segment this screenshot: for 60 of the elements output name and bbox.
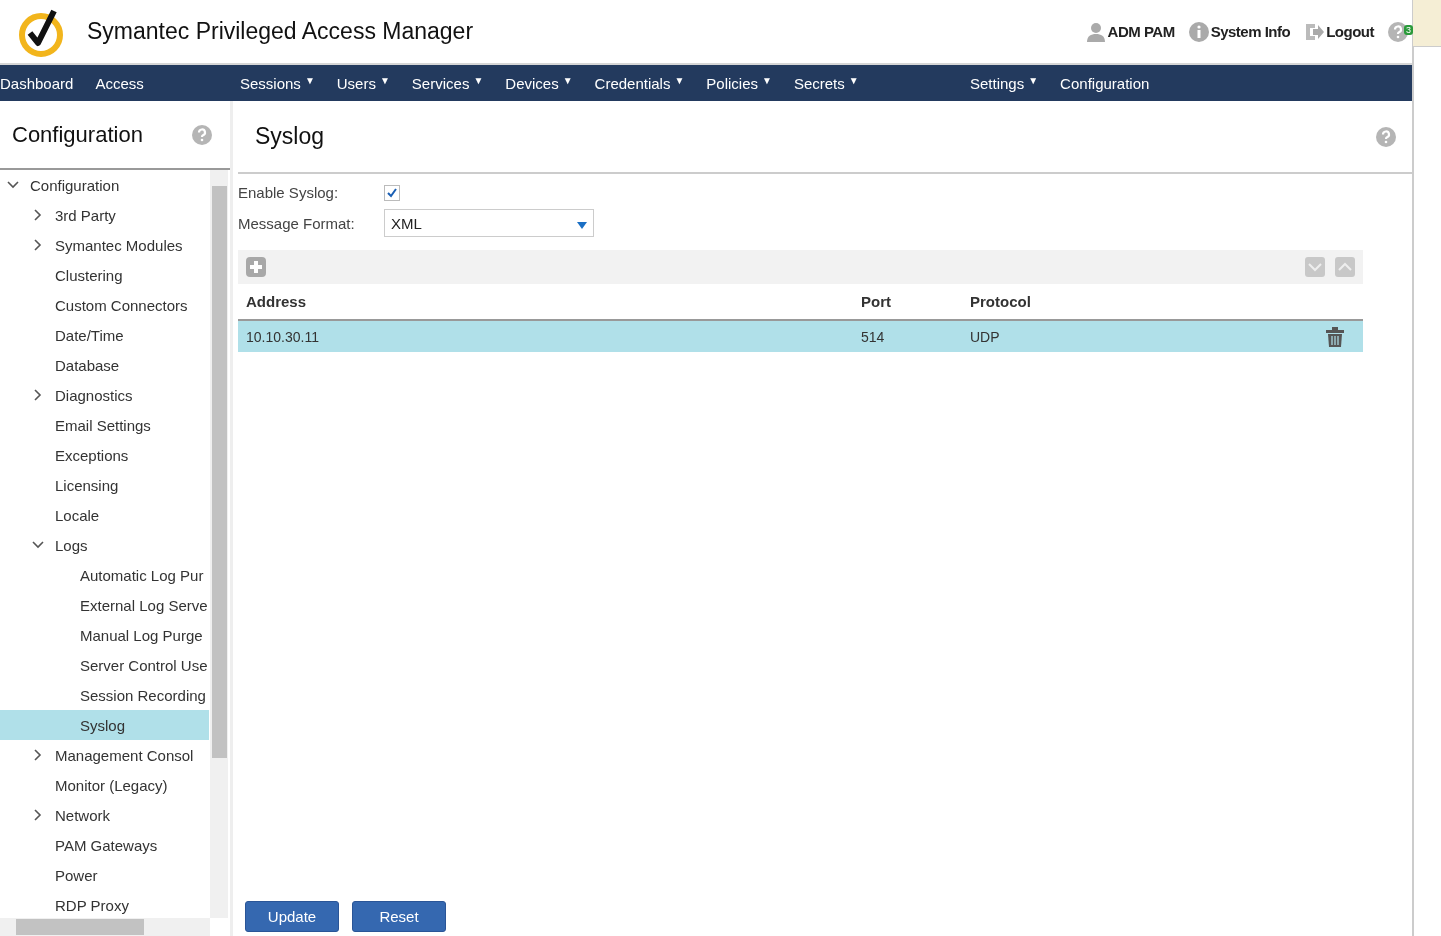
nav-menu-item[interactable]: Devices ▼ bbox=[505, 74, 573, 92]
nav-menu-item[interactable]: Services ▼ bbox=[411, 74, 484, 92]
nav-menu-item[interactable]: Users ▼ bbox=[336, 74, 390, 92]
tree-item[interactable]: Database bbox=[0, 350, 209, 380]
tree-item[interactable]: Monitor (Legacy) bbox=[0, 770, 209, 800]
format-dropdown[interactable]: XML bbox=[384, 209, 594, 237]
tree-item[interactable]: Date/Time bbox=[0, 320, 209, 350]
app-title: Symantec Privileged Access Manager bbox=[87, 18, 474, 45]
tree-item[interactable]: Manual Log Purge bbox=[0, 620, 209, 650]
field-label: Enable Syslog: bbox=[238, 184, 340, 201]
table-cell: UDP bbox=[962, 320, 1271, 352]
tree-item[interactable]: Management Consol bbox=[0, 740, 209, 770]
nav-menu-item[interactable]: Secrets ▼ bbox=[793, 74, 859, 92]
tree-item[interactable]: Session Recording bbox=[0, 680, 209, 710]
logout-icon bbox=[1304, 21, 1325, 42]
horizontal-scrollbar[interactable] bbox=[0, 918, 210, 936]
tree-item[interactable]: Email Settings bbox=[0, 410, 209, 440]
action-button[interactable]: Update bbox=[245, 901, 339, 932]
nav-menu-item[interactable]: Access bbox=[95, 74, 144, 92]
nav-menu-item[interactable]: Policies ▼ bbox=[706, 74, 772, 92]
nav-menu-item[interactable]: Configuration bbox=[1060, 74, 1150, 92]
tree-item[interactable]: Power bbox=[0, 860, 209, 890]
nav-menu-item[interactable]: Credentials ▼ bbox=[594, 74, 685, 92]
tree-item[interactable]: 3rd Party bbox=[0, 200, 209, 230]
table-cell: 514 bbox=[853, 320, 962, 352]
vertical-scrollbar[interactable] bbox=[210, 170, 228, 918]
page-title: Syslog bbox=[255, 123, 325, 150]
tree-item[interactable]: Locale bbox=[0, 500, 209, 530]
person-icon bbox=[1085, 21, 1106, 42]
tree-item[interactable]: Configuration bbox=[0, 170, 209, 200]
sidebar-title: Configuration bbox=[12, 121, 143, 148]
tree-item[interactable]: Clustering bbox=[0, 260, 209, 290]
tree-item[interactable]: Exceptions bbox=[0, 440, 209, 470]
checkbox[interactable] bbox=[384, 184, 400, 201]
tree-item[interactable]: PAM Gateways bbox=[0, 830, 209, 860]
tree-item[interactable]: Automatic Log Pur bbox=[0, 560, 209, 590]
field-label: Message Format: bbox=[238, 214, 356, 232]
caret-down-icon bbox=[577, 222, 587, 230]
nav-menu-item[interactable]: Settings ▼ bbox=[970, 74, 1039, 92]
nav-menu-item[interactable]: Dashboard bbox=[0, 74, 74, 92]
tree-item[interactable]: Custom Connectors bbox=[0, 290, 209, 320]
tree-item[interactable]: Diagnostics bbox=[0, 380, 209, 410]
tree-item[interactable]: Logs bbox=[0, 530, 209, 560]
trash-icon[interactable] bbox=[1326, 326, 1344, 347]
tree-item[interactable]: Server Control Use bbox=[0, 650, 209, 680]
user-link[interactable]: ADM PAM bbox=[1085, 21, 1175, 42]
action-button[interactable]: Reset bbox=[352, 901, 446, 932]
nav-menu-item[interactable]: Sessions ▼ bbox=[240, 74, 315, 92]
info-icon bbox=[1188, 21, 1209, 42]
help-icon[interactable] bbox=[1388, 21, 1408, 42]
tree-item[interactable]: Syslog bbox=[0, 710, 209, 740]
tree-item[interactable]: External Log Serve bbox=[0, 590, 209, 620]
tree-item[interactable]: RDP Proxy bbox=[0, 890, 209, 918]
tree-item[interactable]: Symantec Modules bbox=[0, 230, 209, 260]
tree-item[interactable]: Licensing bbox=[0, 470, 209, 500]
table-cell: 10.10.30.11 bbox=[238, 320, 853, 352]
logout-link[interactable]: Logout bbox=[1304, 21, 1374, 42]
system-info-link[interactable]: System Info bbox=[1188, 21, 1291, 42]
notification-badge: 3 bbox=[1404, 25, 1413, 35]
tree-item[interactable]: Network bbox=[0, 800, 209, 830]
